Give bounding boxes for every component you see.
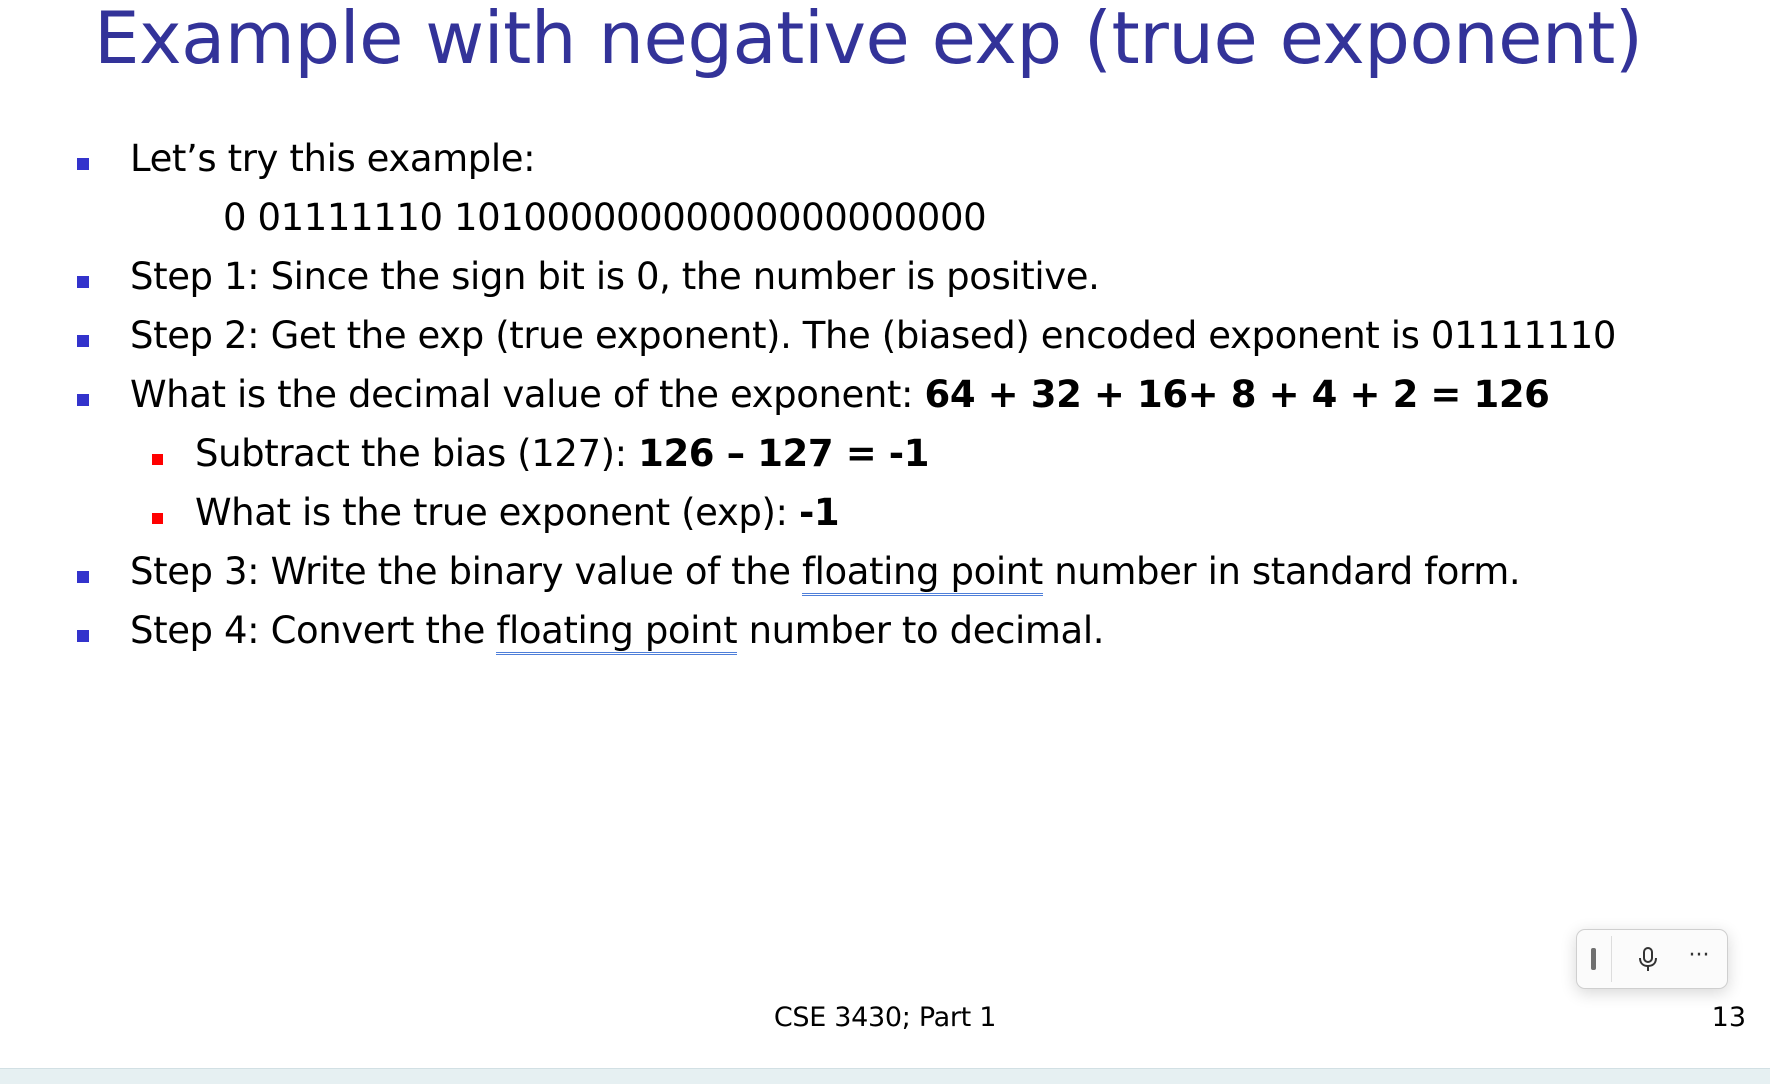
bullet-text-prefix: Step 3: Write the binary value of the: [130, 550, 802, 593]
sub-bullet-text: What is the true exponent (exp): -1: [195, 489, 840, 537]
bullet-text: Step 2: Get the exp (true exponent). The…: [130, 314, 1616, 357]
bullet-marker: [77, 158, 89, 170]
sub-bullet-text-prefix: What is the true exponent (exp):: [195, 491, 799, 534]
bullet-text-suffix: number in standard form.: [1042, 550, 1521, 593]
bullet-text: Step 4: Convert the floating point numbe…: [130, 607, 1104, 655]
bullet-marker: [77, 394, 89, 406]
slide-footer: CSE 3430; Part 1: [773, 1002, 997, 1033]
slide-title: Example with negative exp (true exponent…: [94, 0, 1643, 80]
sub-bullet-marker: [152, 513, 163, 524]
example-bit-string: 0 01111110 10100000000000000000000: [223, 196, 987, 239]
dictation-toolbar[interactable]: ···: [1576, 929, 1728, 989]
bullet-marker: [77, 276, 89, 288]
sub-bullet-text-prefix: Subtract the bias (127):: [195, 432, 639, 475]
bullet-text: Step 3: Write the binary value of the fl…: [130, 548, 1521, 596]
sub-bullet-text: Subtract the bias (127): 126 – 127 = -1: [195, 430, 930, 478]
bias-subtraction: 126 – 127 = -1: [638, 432, 930, 475]
toolbar-divider: [1611, 936, 1612, 982]
bullet-text-prefix: Step 4: Convert the: [130, 609, 497, 652]
microphone-icon[interactable]: [1633, 944, 1663, 974]
bullet-marker: [77, 571, 89, 583]
true-exponent-value: -1: [798, 491, 840, 534]
bullet-text: Let’s try this example:: [130, 137, 536, 180]
more-options-icon[interactable]: ···: [1685, 941, 1713, 971]
microphone-icon-graphic: [1639, 947, 1657, 971]
drag-handle-icon[interactable]: [1591, 948, 1596, 970]
page-number: 13: [1711, 1002, 1746, 1033]
bullet-marker: [77, 335, 89, 347]
bullet-text: Step 1: Since the sign bit is 0, the num…: [130, 255, 1100, 298]
bullet-marker: [77, 630, 89, 642]
sub-bullet-marker: [152, 454, 163, 465]
spellcheck-flagged-text[interactable]: floating point: [496, 609, 738, 655]
bullet-text-suffix: number to decimal.: [737, 609, 1105, 652]
exponent-sum: 64 + 32 + 16+ 8 + 4 + 2 = 126: [924, 373, 1550, 416]
bullet-text: What is the decimal value of the exponen…: [130, 371, 1550, 419]
spellcheck-flagged-text[interactable]: floating point: [802, 550, 1043, 596]
bullet-text-prefix: What is the decimal value of the exponen…: [130, 373, 925, 416]
bottom-status-strip: [0, 1068, 1770, 1084]
